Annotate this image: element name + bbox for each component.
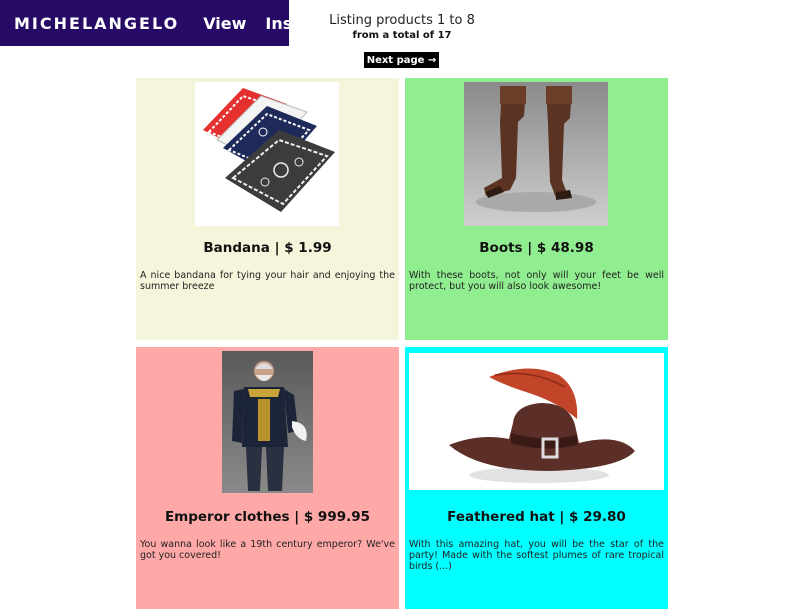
feathered-hat-image: [409, 353, 664, 490]
product-card-bandana[interactable]: Bandana | $ 1.99 A nice bandana for tyin…: [136, 78, 399, 340]
product-card-emperor-clothes[interactable]: Emperor clothes | $ 999.95 You wanna loo…: [136, 347, 399, 609]
product-description: A nice bandana for tying your hair and e…: [140, 270, 395, 292]
product-description: With these boots, not only will your fee…: [409, 270, 664, 292]
brand-logo[interactable]: MICHELANGELO: [14, 14, 179, 33]
listing-info: Listing products 1 to 8 from a total of …: [300, 13, 504, 41]
boots-image: [464, 82, 608, 226]
product-title[interactable]: Feathered hat | $ 29.80: [405, 509, 668, 525]
product-card-feathered-hat[interactable]: Feathered hat | $ 29.80 With this amazin…: [405, 347, 668, 609]
product-title[interactable]: Boots | $ 48.98: [405, 240, 668, 256]
listing-total-prefix: from a total of: [352, 30, 438, 41]
bandanas-image: [195, 82, 339, 226]
emperor-image: [222, 351, 313, 493]
product-description: With this amazing hat, you will be the s…: [409, 539, 664, 572]
listing-total-count: 17: [437, 30, 452, 41]
product-title[interactable]: Bandana | $ 1.99: [136, 240, 399, 256]
nav-view-link[interactable]: View: [203, 14, 246, 33]
product-title[interactable]: Emperor clothes | $ 999.95: [136, 509, 399, 525]
product-card-boots[interactable]: Boots | $ 48.98 With these boots, not on…: [405, 78, 668, 340]
product-description: You wanna look like a 19th century emper…: [140, 539, 395, 561]
next-page-button[interactable]: Next page →: [364, 52, 439, 68]
listing-total: from a total of 17: [300, 30, 504, 41]
listing-range: Listing products 1 to 8: [329, 13, 475, 28]
top-navbar: MICHELANGELO View Insert: [0, 0, 319, 46]
